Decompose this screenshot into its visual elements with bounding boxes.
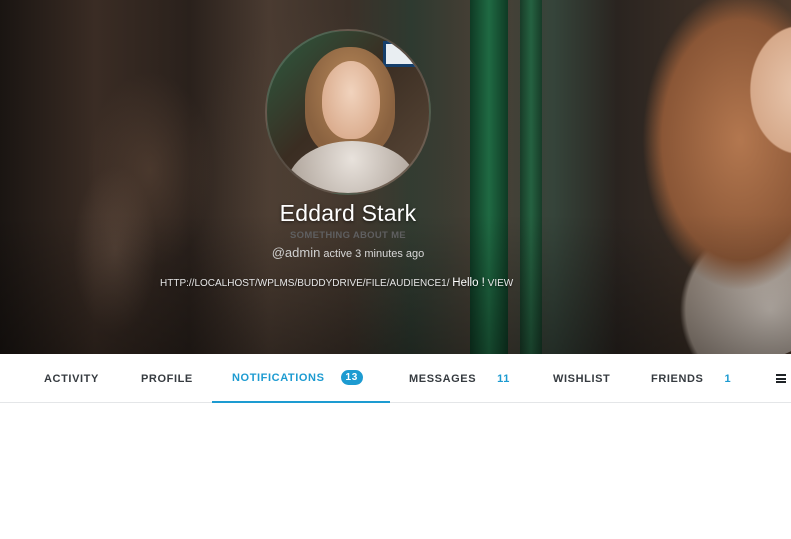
hamburger-menu-icon[interactable] — [776, 374, 786, 383]
nav-item-wishlist[interactable]: WISHLIST — [553, 354, 610, 403]
nav-item-notifications[interactable]: NOTIFICATIONS 13 — [212, 354, 390, 403]
profile-name: Eddard Stark — [279, 200, 417, 226]
nav-item-label: NOTIFICATIONS — [232, 371, 325, 384]
nav-item-profile[interactable]: PROFILE — [141, 354, 193, 403]
profile-status: active 3 minutes ago — [323, 248, 425, 260]
avatar-background-sign — [383, 41, 421, 67]
nav-item-label: MESSAGES — [409, 372, 477, 385]
profile-about: SOMETHING ABOUT ME — [290, 230, 406, 241]
nav-item-label: WISHLIST — [553, 372, 611, 385]
last-activity-link[interactable]: HTTP://LOCALHOST/WPLMS/BUDDYDRIVE/FILE/A… — [160, 278, 450, 289]
profile-handle[interactable]: @admin — [272, 245, 321, 260]
avatar-body — [287, 141, 417, 193]
view-link[interactable]: VIEW — [488, 278, 514, 289]
avatar-face — [322, 61, 380, 139]
nav-item-label: PROFILE — [141, 372, 193, 385]
last-activity: HTTP://LOCALHOST/WPLMS/BUDDYDRIVE/FILE/A… — [160, 277, 513, 289]
profile-nav: ACTIVITY PROFILE NOTIFICATIONS 13 MESSAG… — [0, 354, 791, 403]
friends-count: 1 — [724, 372, 732, 385]
nav-item-label: FRIENDS — [651, 372, 704, 385]
nav-item-messages[interactable]: MESSAGES 11 — [409, 354, 510, 403]
nav-item-friends[interactable]: FRIENDS 1 — [651, 354, 731, 403]
nav-item-activity[interactable]: ACTIVITY — [44, 354, 99, 403]
profile-meta: @admin active 3 minutes ago — [0, 245, 696, 260]
notifications-badge: 13 — [340, 370, 363, 385]
messages-count: 11 — [497, 372, 510, 385]
profile-avatar[interactable] — [265, 29, 431, 195]
last-activity-text: Hello ! — [452, 277, 485, 289]
nav-item-label: ACTIVITY — [44, 372, 99, 385]
